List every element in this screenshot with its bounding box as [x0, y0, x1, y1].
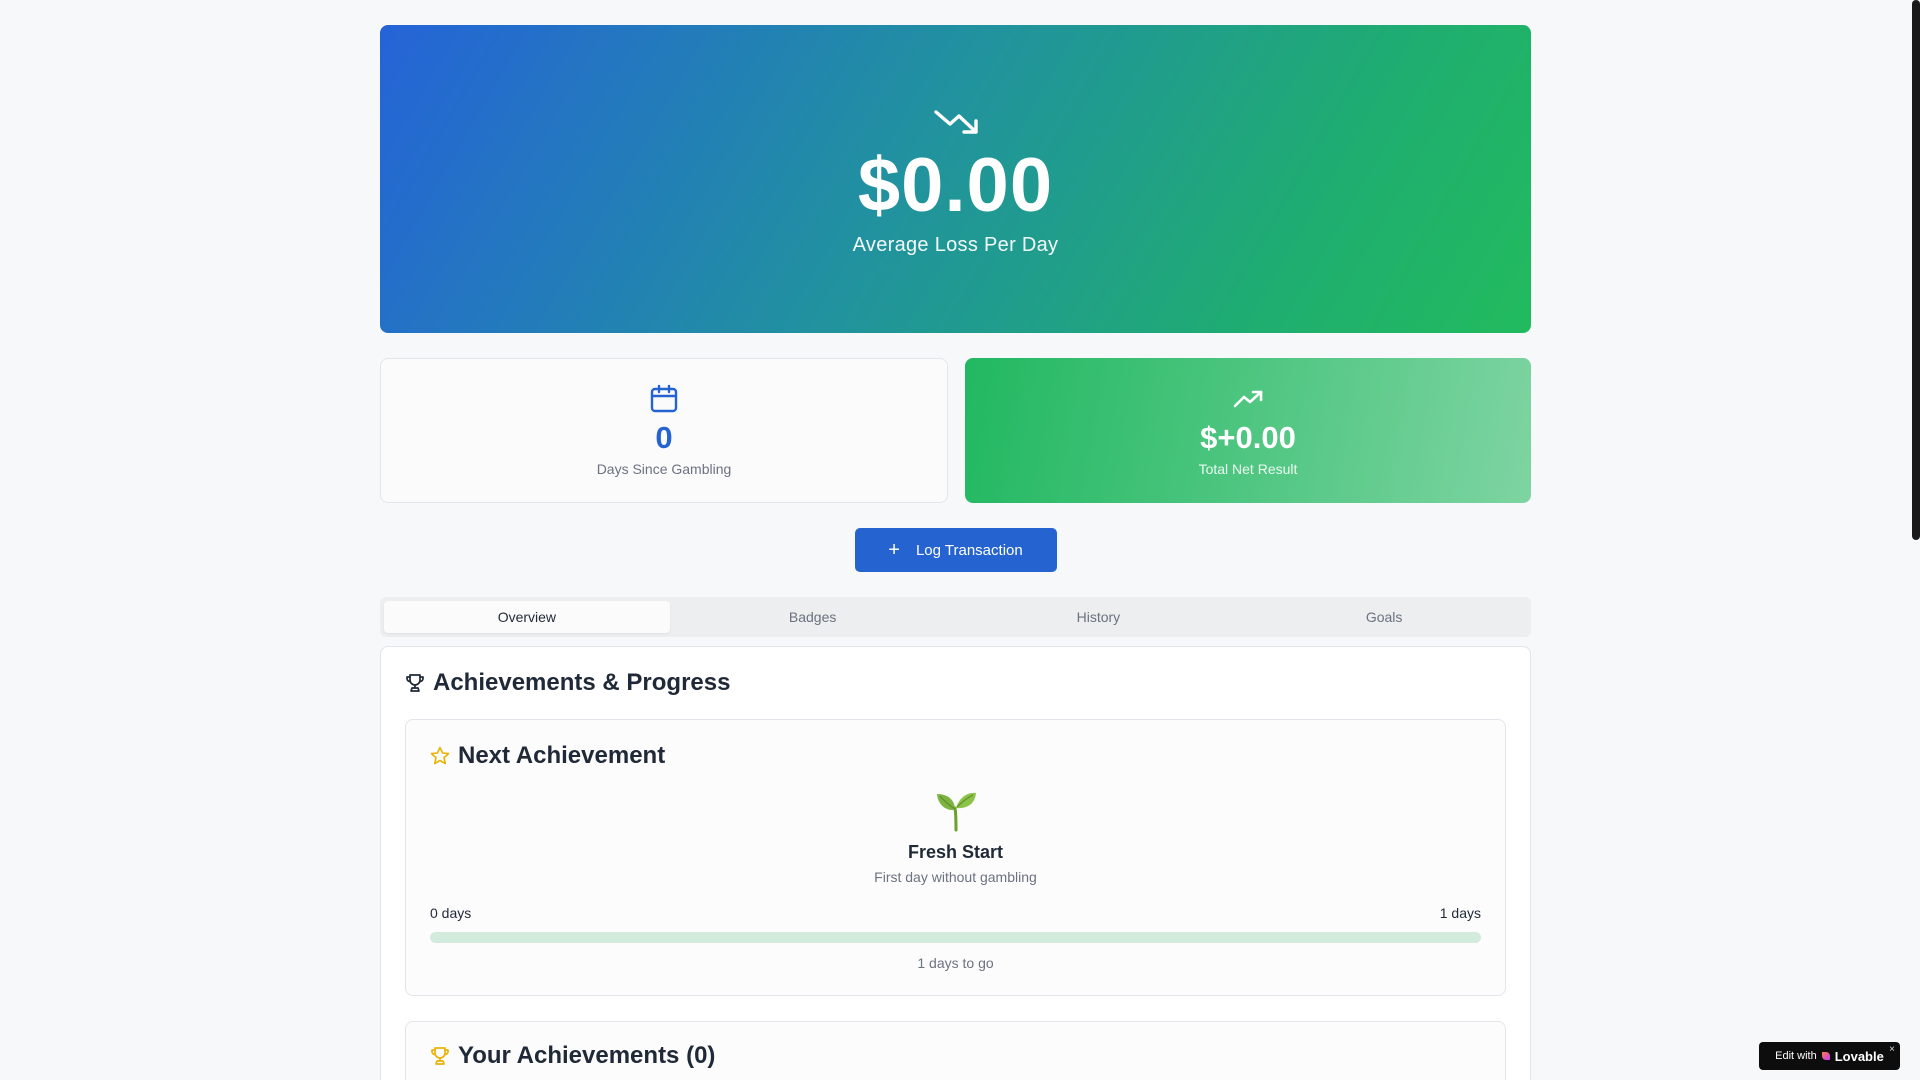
- tab-overview[interactable]: Overview: [384, 601, 670, 633]
- log-transaction-button[interactable]: + Log Transaction: [854, 528, 1057, 572]
- log-transaction-wrap: + Log Transaction: [380, 528, 1531, 572]
- next-achievement-heading: Next Achievement: [430, 742, 1481, 770]
- main-container: $0.00 Average Loss Per Day 0 Days Since …: [380, 25, 1531, 1080]
- tab-badges[interactable]: Badges: [670, 601, 956, 633]
- progress-end-label: 1 days: [1439, 905, 1481, 921]
- edit-with-lovable-badge[interactable]: Edit with Lovable ×: [1759, 1042, 1900, 1070]
- next-achievement-description: First day without gambling: [874, 869, 1037, 885]
- trending-down-icon: [933, 109, 978, 134]
- lovable-logo-icon: [1821, 1052, 1830, 1060]
- lovable-brand: Lovable: [1834, 1048, 1884, 1064]
- plus-icon: +: [888, 539, 900, 561]
- tab-history[interactable]: History: [956, 601, 1242, 633]
- achievements-progress-card: Achievements & Progress Next Achievement…: [380, 646, 1531, 1080]
- calendar-icon: [650, 384, 678, 413]
- lovable-prefix: Edit with: [1775, 1050, 1817, 1062]
- next-achievement-title: Next Achievement: [458, 742, 666, 769]
- trophy-icon: [431, 1047, 449, 1065]
- progress-start-label: 0 days: [430, 905, 472, 921]
- average-loss-label: Average Loss Per Day: [852, 233, 1059, 256]
- progress-remaining: 1 days to go: [917, 955, 994, 971]
- total-net-result-value: $+0.00: [1200, 420, 1296, 455]
- page-scrollbar[interactable]: [1912, 0, 1920, 540]
- trending-up-icon: [1233, 390, 1263, 408]
- days-since-gambling-card: 0 Days Since Gambling: [380, 358, 948, 503]
- your-achievements-heading: Your Achievements (0): [430, 1042, 1481, 1070]
- tab-list: Overview Badges History Goals: [380, 597, 1531, 637]
- days-since-gambling-value: 0: [655, 420, 673, 455]
- achievement-progress-bar: [430, 932, 1481, 943]
- next-achievement-name: Fresh Start: [907, 842, 1004, 862]
- next-achievement-body: Fresh Start First day without gambling: [430, 788, 1481, 885]
- average-loss-hero: $0.00 Average Loss Per Day: [380, 25, 1531, 333]
- achievements-progress-heading: Achievements & Progress: [405, 669, 1506, 697]
- star-icon: [430, 746, 450, 765]
- log-transaction-label: Log Transaction: [915, 541, 1023, 559]
- days-since-gambling-label: Days Since Gambling: [596, 461, 732, 477]
- close-icon[interactable]: ×: [1889, 1044, 1895, 1055]
- seedling-icon: [936, 792, 976, 832]
- stats-row: 0 Days Since Gambling $+0.00 Total Net R…: [380, 358, 1531, 503]
- total-net-result-card: $+0.00 Total Net Result: [965, 358, 1531, 503]
- trophy-icon: [406, 674, 424, 692]
- achievements-progress-title: Achievements & Progress: [433, 669, 731, 696]
- next-achievement-card: Next Achievement Fresh Start First day w…: [405, 719, 1506, 996]
- total-net-result-label: Total Net Result: [1198, 461, 1298, 477]
- progress-labels: 0 days 1 days: [430, 905, 1481, 921]
- your-achievements-title: Your Achievements (0): [458, 1042, 716, 1069]
- your-achievements-card: Your Achievements (0): [405, 1021, 1506, 1080]
- tab-goals[interactable]: Goals: [1241, 601, 1527, 633]
- average-loss-amount: $0.00: [857, 142, 1054, 228]
